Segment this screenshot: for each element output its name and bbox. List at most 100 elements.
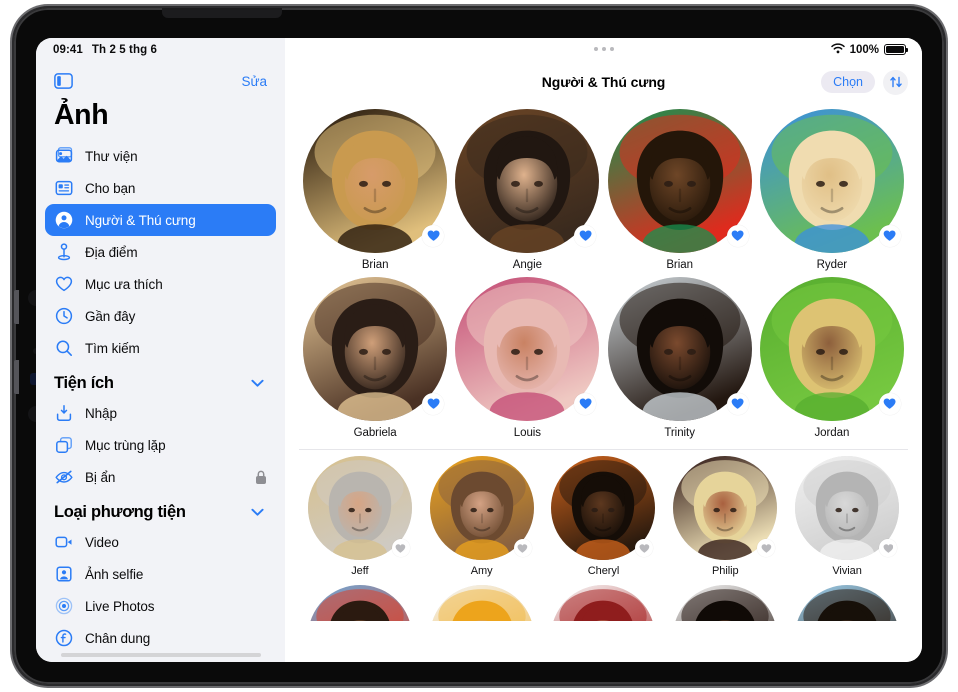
battery-full-icon <box>884 44 909 55</box>
status-bar-right: 100% <box>285 38 922 61</box>
sidebar-item-live-photos[interactable]: Live Photos <box>45 590 276 622</box>
avatar-wrap[interactable] <box>551 456 656 560</box>
navbar-actions: Chọn <box>821 69 908 95</box>
avatar-wrap[interactable] <box>795 456 900 560</box>
camera-bump <box>162 8 282 18</box>
avatar-wrap[interactable] <box>429 456 534 560</box>
photos-library-icon <box>54 146 74 166</box>
person-tile[interactable]: Jeff <box>307 456 412 577</box>
avatar-wrap[interactable] <box>759 109 904 253</box>
sidebar: 09:41 Th 2 5 thg 6 Sửa Ảnh Thư viện Cho … <box>36 38 285 662</box>
unfavorite-heart-icon[interactable] <box>391 539 410 557</box>
person-tile[interactable]: Jordan <box>759 277 904 439</box>
sidebar-item-library[interactable]: Thư viện <box>45 140 276 172</box>
sidebar-item-for-you[interactable]: Cho bạn <box>45 172 276 204</box>
home-indicator[interactable] <box>60 653 261 657</box>
avatar-wrap[interactable] <box>303 277 448 421</box>
person-tile[interactable]: Gabriela <box>303 277 448 439</box>
chevron-down-icon[interactable] <box>251 504 264 522</box>
people-grid[interactable]: Brian Angie Brian Ryder Gabriela Louis T… <box>285 103 922 662</box>
person-tile[interactable]: Louis <box>455 277 600 439</box>
avatar[interactable] <box>795 585 900 621</box>
avatar-wrap[interactable] <box>673 456 778 560</box>
select-button[interactable]: Chọn <box>821 70 875 94</box>
avatar-wrap[interactable] <box>673 585 778 621</box>
person-tile[interactable]: Philip <box>673 456 778 577</box>
person-tile[interactable]: Brian <box>607 109 752 271</box>
unfavorite-heart-icon[interactable] <box>513 539 532 557</box>
person-tile[interactable]: Trinity <box>607 277 752 439</box>
favorite-heart-icon[interactable] <box>422 225 445 247</box>
favorite-heart-icon[interactable] <box>878 393 901 415</box>
sidebar-item-hidden[interactable]: Bị ẩn <box>45 461 276 493</box>
sidebar-item-label: Thư viện <box>85 148 138 164</box>
person-tile[interactable] <box>551 585 656 621</box>
avatar[interactable] <box>307 585 412 621</box>
sidebar-item-people-pets[interactable]: Người & Thú cưng <box>45 204 276 236</box>
avatar[interactable] <box>673 585 778 621</box>
unfavorite-heart-icon[interactable] <box>879 539 898 557</box>
section-title: Tiện ích <box>54 374 114 392</box>
person-name: Brian <box>361 259 389 271</box>
unfavorite-heart-icon[interactable] <box>635 539 654 557</box>
person-tile[interactable] <box>673 585 778 621</box>
avatar-wrap[interactable] <box>307 585 412 621</box>
sidebar-item-search[interactable]: Tìm kiếm <box>45 332 276 364</box>
avatar[interactable] <box>429 585 534 621</box>
section-header-media-types[interactable]: Loại phương tiện <box>36 493 285 526</box>
person-tile[interactable]: Ryder <box>759 109 904 271</box>
person-name: Ryder <box>816 259 848 271</box>
person-name: Vivian <box>832 565 862 577</box>
sidebar-item-recents[interactable]: Gần đây <box>45 300 276 332</box>
people-row-partial <box>285 585 922 621</box>
avatar-wrap[interactable] <box>429 585 534 621</box>
wifi-icon <box>830 42 845 57</box>
person-tile[interactable]: Cheryl <box>551 456 656 577</box>
avatar-wrap[interactable] <box>795 585 900 621</box>
person-tile[interactable]: Vivian <box>795 456 900 577</box>
sidebar-item-places[interactable]: Địa điểm <box>45 236 276 268</box>
section-title: Loại phương tiện <box>54 503 186 521</box>
person-tile[interactable] <box>429 585 534 621</box>
avatar[interactable] <box>551 585 656 621</box>
sidebar-item-label: Bị ẩn <box>85 469 116 485</box>
sidebar-toggle-icon[interactable] <box>54 73 73 89</box>
person-tile[interactable]: Amy <box>429 456 534 577</box>
volume-up-button[interactable] <box>14 290 19 324</box>
avatar-wrap[interactable] <box>303 109 448 253</box>
avatar-wrap[interactable] <box>607 277 752 421</box>
person-tile[interactable] <box>795 585 900 621</box>
person-name: Trinity <box>664 427 695 439</box>
chevron-down-icon[interactable] <box>251 375 264 393</box>
person-tile[interactable]: Angie <box>455 109 600 271</box>
volume-down-button[interactable] <box>14 360 19 394</box>
sidebar-item-portrait[interactable]: Chân dung <box>45 622 276 654</box>
avatar-wrap[interactable] <box>759 277 904 421</box>
avatar-wrap[interactable] <box>307 456 412 560</box>
favorite-heart-icon[interactable] <box>726 393 749 415</box>
avatar-wrap[interactable] <box>455 109 600 253</box>
ipad-device-frame: 09:41 Th 2 5 thg 6 Sửa Ảnh Thư viện Cho … <box>14 8 944 684</box>
sidebar-item-duplicates[interactable]: Mục trùng lặp <box>45 429 276 461</box>
unfavorite-heart-icon[interactable] <box>757 539 776 557</box>
favorite-heart-icon[interactable] <box>574 393 597 415</box>
sidebar-item-import[interactable]: Nhập <box>45 397 276 429</box>
avatar-wrap[interactable] <box>455 277 600 421</box>
favorite-heart-icon[interactable] <box>574 225 597 247</box>
sidebar-item-favorites[interactable]: Mục ưa thích <box>45 268 276 300</box>
favorite-heart-icon[interactable] <box>726 225 749 247</box>
person-tile[interactable]: Brian <box>303 109 448 271</box>
favorite-heart-icon[interactable] <box>422 393 445 415</box>
window-controls-icon[interactable] <box>593 47 614 51</box>
sidebar-item-videos[interactable]: Video <box>45 526 276 558</box>
sidebar-item-selfies[interactable]: Ảnh selfie <box>45 558 276 590</box>
favorite-heart-icon[interactable] <box>878 225 901 247</box>
people-pets-icon <box>54 210 74 230</box>
avatar-wrap[interactable] <box>607 109 752 253</box>
avatar-wrap[interactable] <box>551 585 656 621</box>
edit-button[interactable]: Sửa <box>241 74 267 89</box>
section-header-utilities[interactable]: Tiện ích <box>36 364 285 397</box>
sort-button[interactable] <box>883 69 908 95</box>
home-indicator[interactable] <box>503 653 704 657</box>
person-tile[interactable] <box>307 585 412 621</box>
